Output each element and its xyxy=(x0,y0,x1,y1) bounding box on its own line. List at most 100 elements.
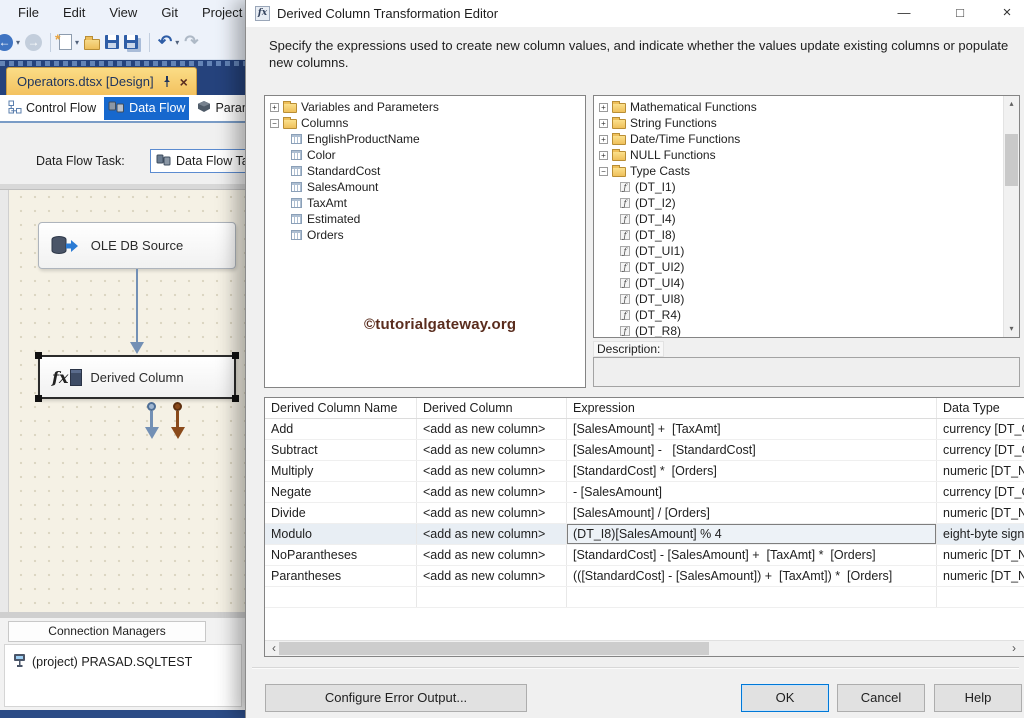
derived-column-cell[interactable]: <add as new column> xyxy=(417,419,567,439)
tree-item[interactable]: ƒ(DT_I4) xyxy=(594,211,1003,227)
tree-item[interactable]: ƒ(DT_R4) xyxy=(594,307,1003,323)
derived-column-name-cell[interactable]: NoParantheses xyxy=(265,545,417,565)
data-flow-task-dropdown[interactable]: Data Flow Task xyxy=(150,149,245,173)
grid-header-cell[interactable]: Data Type xyxy=(937,398,1024,418)
tree-item[interactable]: Estimated xyxy=(265,211,585,227)
expand-icon[interactable]: + xyxy=(599,119,608,128)
output-port-blue[interactable] xyxy=(147,402,156,411)
help-button[interactable]: Help xyxy=(934,684,1022,712)
dropdown-caret-icon[interactable]: ▾ xyxy=(175,38,179,47)
data-type-cell[interactable]: eight-byte signed integer [DT_I8] xyxy=(937,524,1024,544)
data-type-cell[interactable]: currency [DT_CY] xyxy=(937,419,1024,439)
tree-item[interactable]: +String Functions xyxy=(594,115,1003,131)
grid-row[interactable]: Divide<add as new column>[SalesAmount] /… xyxy=(265,503,1024,524)
grid-row[interactable]: Parantheses<add as new column>(([Standar… xyxy=(265,566,1024,587)
scroll-thumb[interactable] xyxy=(1005,134,1018,186)
expression-cell[interactable]: - [SalesAmount] xyxy=(567,482,937,502)
derived-column-name-cell[interactable]: Multiply xyxy=(265,461,417,481)
ok-button[interactable]: OK xyxy=(741,684,829,712)
grid-header-cell[interactable]: Derived Column xyxy=(417,398,567,418)
output-arrow-blue[interactable] xyxy=(150,411,153,427)
derived-column-name-cell[interactable]: Divide xyxy=(265,503,417,523)
new-file-icon[interactable] xyxy=(59,34,72,50)
tree-item[interactable]: ƒ(DT_UI1) xyxy=(594,243,1003,259)
grid-row[interactable]: Subtract<add as new column>[SalesAmount]… xyxy=(265,440,1024,461)
scroll-right-icon[interactable]: › xyxy=(1007,641,1021,656)
forward-icon[interactable] xyxy=(25,34,42,51)
expression-cell[interactable]: [StandardCost] - [SalesAmount] + [TaxAmt… xyxy=(567,545,937,565)
expression-cell[interactable]: [SalesAmount] - [StandardCost] xyxy=(567,440,937,460)
menu-item-project[interactable]: Project xyxy=(190,5,245,20)
derived-column-cell[interactable]: <add as new column> xyxy=(417,482,567,502)
tree-item[interactable]: TaxAmt xyxy=(265,195,585,211)
functions-tree[interactable]: +Mathematical Functions+String Functions… xyxy=(593,95,1020,338)
tree-item[interactable]: ƒ(DT_UI4) xyxy=(594,275,1003,291)
derived-column-cell[interactable]: <add as new column> xyxy=(417,440,567,460)
derived-column-name-cell[interactable]: Negate xyxy=(265,482,417,502)
output-arrow-brown[interactable] xyxy=(176,411,179,427)
scroll-up-icon[interactable]: ▴ xyxy=(1004,97,1019,111)
grid-row[interactable]: Negate<add as new column>- [SalesAmount]… xyxy=(265,482,1024,503)
tree-item[interactable]: ƒ(DT_UI2) xyxy=(594,259,1003,275)
derived-column-name-cell[interactable]: Parantheses xyxy=(265,566,417,586)
tab-parameters[interactable]: Parameters xyxy=(193,97,245,119)
connection-managers-header[interactable]: Connection Managers xyxy=(8,621,206,642)
expression-cell[interactable]: (DT_I8)[SalesAmount] % 4 xyxy=(567,524,937,544)
selection-handle[interactable] xyxy=(232,395,239,402)
expression-cell[interactable]: [StandardCost] * [Orders] xyxy=(567,461,937,481)
data-type-cell[interactable]: numeric [DT_NUMERIC] xyxy=(937,545,1024,565)
collapse-icon[interactable]: − xyxy=(599,167,608,176)
cancel-button[interactable]: Cancel xyxy=(837,684,925,712)
minimize-button[interactable]: — xyxy=(884,0,924,27)
dropdown-caret-icon[interactable]: ▾ xyxy=(16,38,20,47)
menu-item-edit[interactable]: Edit xyxy=(51,5,97,20)
expand-icon[interactable]: + xyxy=(599,103,608,112)
redo-icon[interactable] xyxy=(184,35,198,49)
save-all-icon[interactable] xyxy=(124,35,138,49)
data-type-cell[interactable]: numeric [DT_NUMERIC] xyxy=(937,503,1024,523)
grid-row[interactable]: Multiply<add as new column>[StandardCost… xyxy=(265,461,1024,482)
data-flow-canvas[interactable]: OLE DB Source fx Derived Column xyxy=(0,190,245,612)
menu-item-view[interactable]: View xyxy=(97,5,149,20)
selection-handle[interactable] xyxy=(232,352,239,359)
derived-column-cell[interactable]: <add as new column> xyxy=(417,566,567,586)
tab-control-flow[interactable]: Control Flow xyxy=(4,97,100,120)
scroll-down-icon[interactable]: ▾ xyxy=(1004,322,1019,336)
derived-column-cell[interactable]: <add as new column> xyxy=(417,461,567,481)
data-type-cell[interactable]: numeric [DT_NUMERIC] xyxy=(937,461,1024,481)
tree-item[interactable]: Orders xyxy=(265,227,585,243)
expression-cell[interactable]: [SalesAmount] + [TaxAmt] xyxy=(567,419,937,439)
derived-columns-grid[interactable]: Derived Column NameDerived ColumnExpress… xyxy=(264,397,1024,657)
tree-item[interactable]: Color xyxy=(265,147,585,163)
grid-horizontal-scrollbar[interactable]: ‹ › xyxy=(265,640,1024,656)
document-tab[interactable]: Operators.dtsx [Design] × xyxy=(6,67,197,95)
expression-cell[interactable]: [SalesAmount] / [Orders] xyxy=(567,503,937,523)
selection-handle[interactable] xyxy=(35,395,42,402)
maximize-button[interactable]: □ xyxy=(940,0,980,27)
menu-item-git[interactable]: Git xyxy=(149,5,190,20)
expand-icon[interactable]: + xyxy=(270,103,279,112)
tab-data-flow[interactable]: Data Flow xyxy=(104,97,189,120)
derived-column-cell[interactable]: <add as new column> xyxy=(417,545,567,565)
close-button[interactable]: × xyxy=(990,0,1024,27)
data-type-cell[interactable]: currency [DT_CY] xyxy=(937,482,1024,502)
tree-item[interactable]: SalesAmount xyxy=(265,179,585,195)
functions-tree-scrollbar[interactable]: ▴ ▾ xyxy=(1003,96,1019,337)
grid-empty-row[interactable] xyxy=(265,587,1024,608)
tree-item[interactable]: ƒ(DT_I1) xyxy=(594,179,1003,195)
derived-column-name-cell[interactable]: Modulo xyxy=(265,524,417,544)
grid-row[interactable]: NoParantheses<add as new column>[Standar… xyxy=(265,545,1024,566)
grid-row[interactable]: Modulo<add as new column>(DT_I8)[SalesAm… xyxy=(265,524,1024,545)
tree-item[interactable]: −Columns xyxy=(265,115,585,131)
open-icon[interactable] xyxy=(84,39,100,50)
output-port-brown[interactable] xyxy=(173,402,182,411)
expression-cell[interactable]: (([StandardCost] - [SalesAmount]) + [Tax… xyxy=(567,566,937,586)
tree-item[interactable]: +Mathematical Functions xyxy=(594,99,1003,115)
selection-handle[interactable] xyxy=(35,352,42,359)
grid-row[interactable]: Add<add as new column>[SalesAmount] + [T… xyxy=(265,419,1024,440)
configure-error-output-button[interactable]: Configure Error Output... xyxy=(265,684,527,712)
derived-column-cell[interactable]: <add as new column> xyxy=(417,503,567,523)
expand-icon[interactable]: + xyxy=(599,135,608,144)
grid-header-cell[interactable]: Expression xyxy=(567,398,937,418)
ole-db-source-node[interactable]: OLE DB Source xyxy=(38,222,236,269)
